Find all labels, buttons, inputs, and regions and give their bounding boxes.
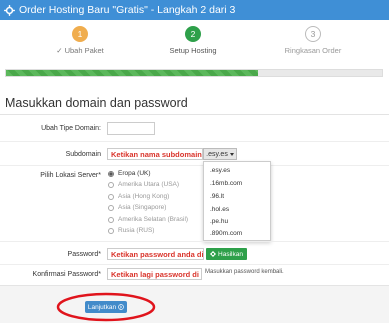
progress-fill	[6, 70, 258, 76]
radio-circle	[108, 216, 114, 223]
progress-bar	[5, 69, 383, 77]
divider	[0, 141, 389, 142]
server-location-label: Pilih Lokasi Server*	[40, 172, 101, 179]
step-setup-hosting: 2 Setup Hosting	[133, 26, 253, 55]
radio-amerika-selatan[interactable]: Amerika Selatan (Brasil)	[108, 216, 188, 223]
domain-suffix-menu: .esy.es .16mb.com .96.lt .hol.es .pe.hu …	[203, 161, 271, 241]
radio-circle	[108, 181, 114, 188]
password-input[interactable]: Ketikan password anda di sini	[107, 248, 204, 260]
radio-circle	[108, 170, 114, 177]
radio-asia-hong-kong[interactable]: Asia (Hong Kong)	[108, 193, 169, 200]
radio-rusia[interactable]: Rusia (RUS)	[108, 227, 154, 234]
step-label: ✓ Ubah Paket	[56, 46, 104, 55]
step-number: 1	[72, 26, 88, 42]
step-ringkasan-order: 3 Ringkasan Order	[253, 26, 373, 55]
domain-type-label: Ubah Tipe Domain:	[41, 125, 101, 132]
radio-circle	[108, 204, 114, 211]
form-heading: Masukkan domain dan password	[5, 96, 188, 110]
step-indicator: 1 ✓ Ubah Paket 2 Setup Hosting 3 Ringkas…	[0, 20, 389, 60]
password-confirm-label: Konfirmasi Password*	[32, 271, 101, 278]
menu-item-pe-hu[interactable]: .pe.hu	[210, 218, 228, 225]
step-number: 3	[305, 26, 321, 42]
divider	[0, 264, 389, 265]
highlight-ellipse	[56, 292, 156, 322]
divider	[0, 165, 389, 166]
subdomain-label: Subdomain	[65, 151, 101, 158]
radio-amerika-utara[interactable]: Amerika Utara (USA)	[108, 181, 179, 188]
divider	[0, 114, 389, 115]
caret-down-icon	[229, 152, 234, 156]
window-title: Order Hosting Baru "Gratis" - Langkah 2 …	[19, 4, 236, 16]
password-confirm-help: Masukkan password kembali.	[205, 269, 284, 275]
radio-asia-singapore[interactable]: Asia (Singapore)	[108, 204, 166, 211]
menu-item-890m-com[interactable]: .890m.com	[210, 230, 242, 237]
step-number: 2	[185, 26, 201, 42]
step-label: Ringkasan Order	[284, 46, 342, 55]
window-titlebar: Order Hosting Baru "Gratis" - Langkah 2 …	[0, 0, 389, 20]
password-label: Password*	[67, 251, 101, 258]
radio-circle	[108, 193, 114, 200]
gear-icon	[4, 4, 15, 16]
divider	[0, 241, 389, 242]
radio-circle	[108, 227, 114, 234]
domain-suffix-selected: .esy.es	[206, 150, 228, 158]
menu-item-esy-es[interactable]: .esy.es	[210, 167, 230, 174]
menu-item-16mb-com[interactable]: .16mb.com	[210, 180, 242, 187]
subdomain-input[interactable]: Ketikan nama subdomain anda	[107, 148, 203, 160]
domain-type-input[interactable]	[107, 122, 155, 135]
radio-eropa-uk[interactable]: Eropa (UK)	[108, 170, 151, 177]
menu-item-96-lt[interactable]: .96.lt	[210, 193, 224, 200]
step-label: Setup Hosting	[169, 46, 217, 55]
password-confirm-input[interactable]: Ketikan lagi password di sini	[107, 268, 202, 280]
domain-suffix-dropdown[interactable]: .esy.es	[203, 148, 237, 160]
step-ubah-paket[interactable]: 1 ✓ Ubah Paket	[20, 26, 140, 55]
menu-item-hol-es[interactable]: .hol.es	[210, 206, 229, 213]
gear-icon	[210, 251, 217, 257]
generate-password-button[interactable]: Hasilkan	[206, 248, 247, 260]
